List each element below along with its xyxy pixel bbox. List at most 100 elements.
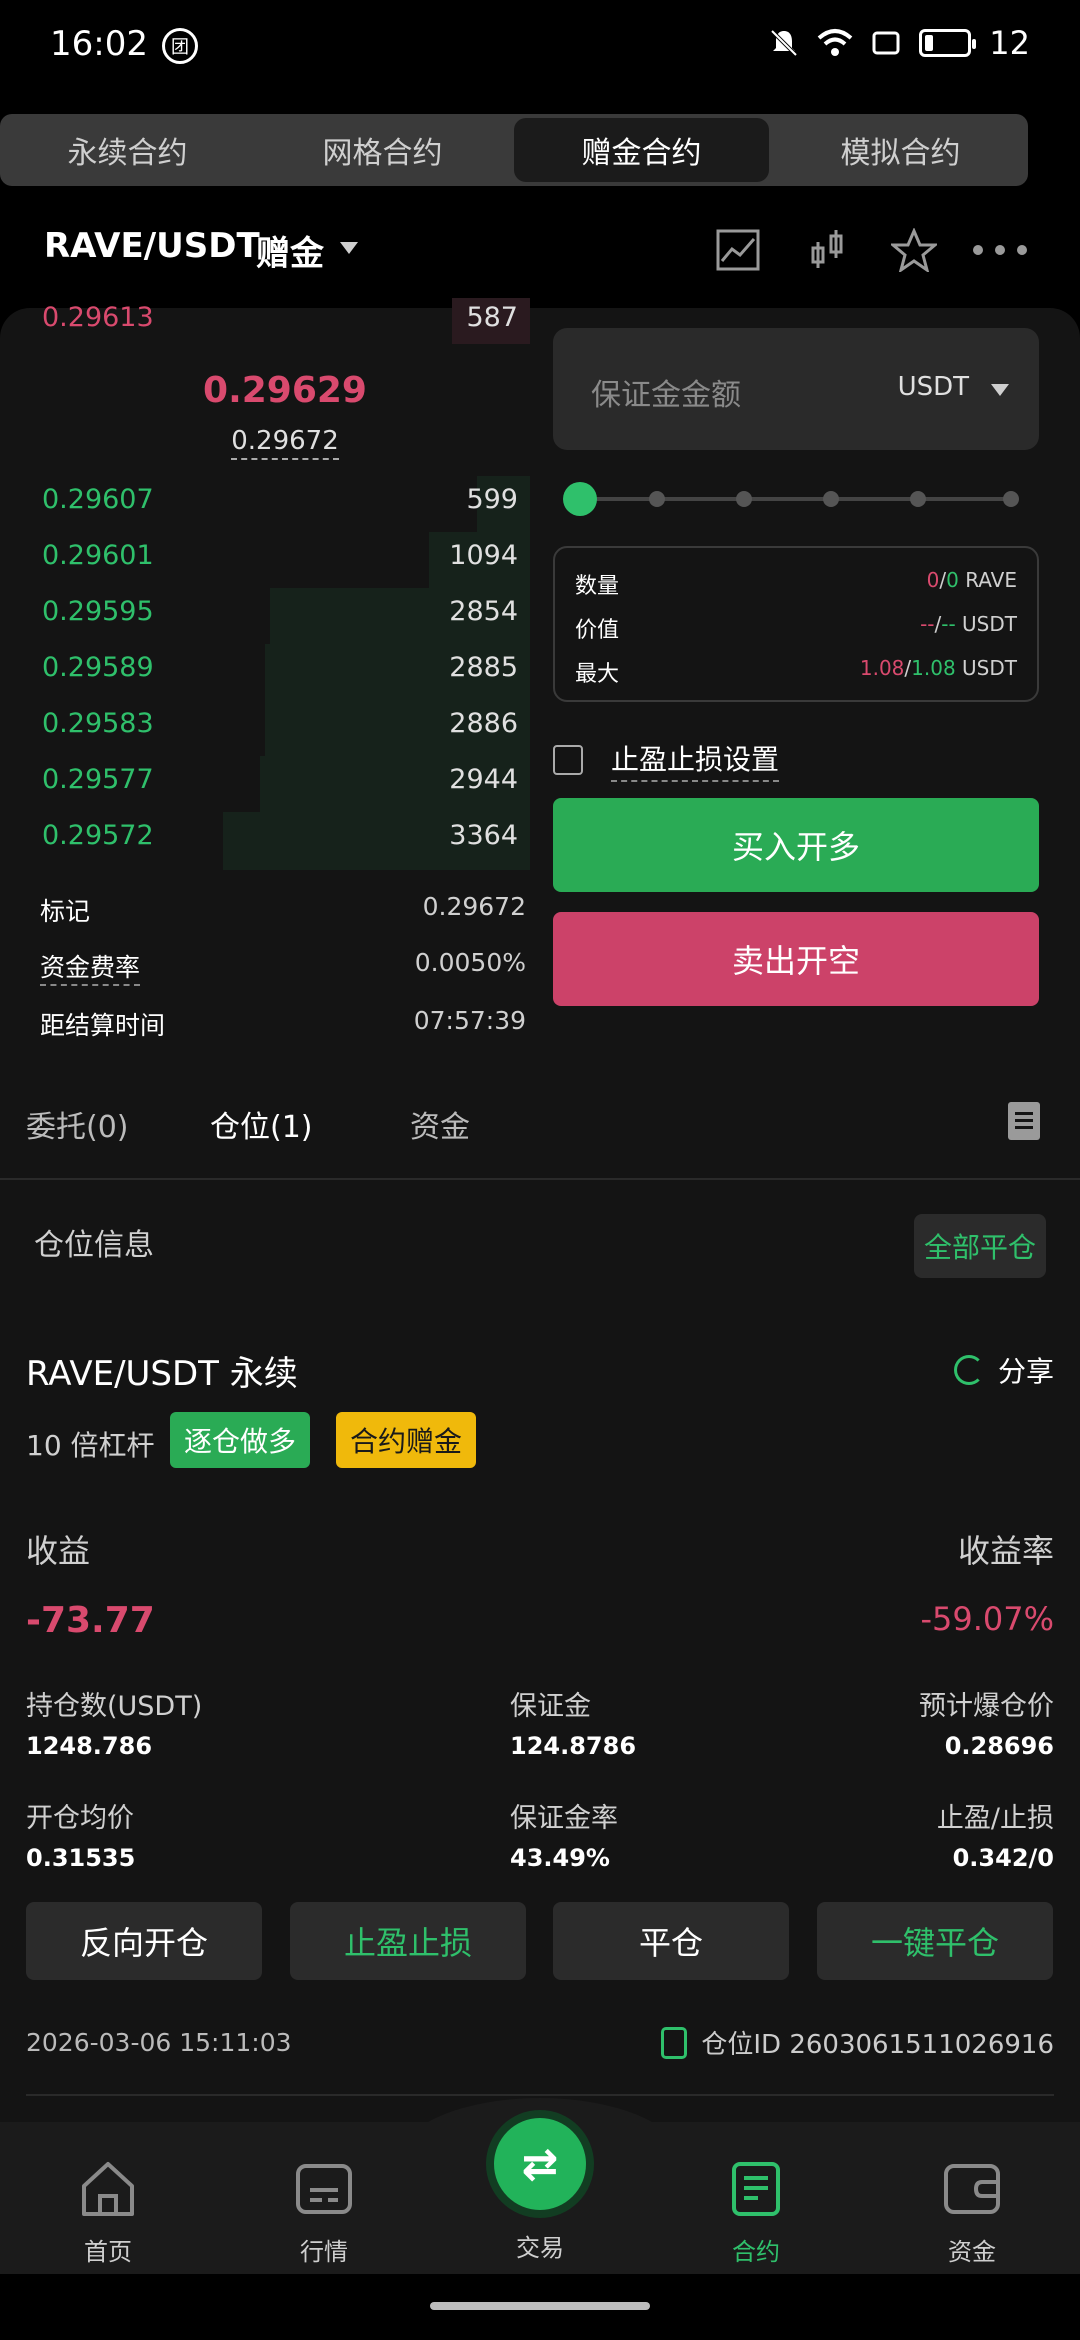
margin-unit[interactable]: USDT [898,372,969,402]
nav-trade-label: 交易 [516,2234,564,2262]
tpsl-checkbox[interactable] [553,745,583,775]
nav-assets[interactable]: 资金 [892,2160,1052,2267]
pair-type[interactable]: 赠金 [256,226,324,275]
position-symbol: RAVE/USDT 永续 [26,1354,298,1394]
tpsl-value: 0.342/0 [952,1844,1054,1872]
home-icon [82,2162,134,2216]
bid-qty: 2854 [449,596,518,627]
bid-row[interactable]: 0.29589 2885 [0,644,530,702]
mute-bell-icon [770,29,798,57]
bid-row[interactable]: 0.29607 599 [0,476,530,534]
battery-icon [919,29,977,57]
more-icon[interactable] [970,226,1030,274]
candlestick-icon[interactable] [804,226,852,274]
status-bar: 16:02 团 12 [0,0,1080,96]
funding-rate-label: 资金费率 [40,948,141,986]
trade-button[interactable]: ⇄ [494,2118,586,2210]
bid-row[interactable]: 0.29583 2886 [0,700,530,758]
order-stats: 数量 0/0 RAVE 价值 --/-- USDT 最大 1.08/1.08 U… [553,546,1039,702]
tpsl-label-field: 止盈/止损 [936,1803,1054,1834]
pair-symbol[interactable]: RAVE/USDT [44,226,260,266]
bid-price: 0.29572 [42,820,154,851]
tab-perpetual[interactable]: 永续合约 [0,114,255,186]
bid-qty: 2886 [449,708,518,739]
margin-input[interactable]: 保证金金额 USDT [553,328,1039,450]
app-notification-icon: 团 [162,28,198,64]
wifi-icon [817,29,853,56]
position-info-title: 仓位信息 [34,1228,154,1263]
leverage-slider[interactable] [563,482,1027,516]
market-icon [296,2164,352,2214]
qty-row: 数量 0/0 RAVE [575,568,1017,599]
position-timestamp: 2026-03-06 15:11:03 [26,2028,292,2057]
funding-rate-row[interactable]: 资金费率 0.0050% [40,948,526,986]
nav-market[interactable]: 行情 [244,2160,404,2267]
tab-bonus[interactable]: 赠金合约 [514,118,769,182]
mode-tag: 逐仓做多 [170,1412,311,1468]
app-root: 16:02 团 12 永续合约 网格合约 赠金合约 模拟合约 RAVE/USDT… [0,0,1080,2340]
tab-orders[interactable]: 委托(0) [26,1102,129,1146]
bid-price: 0.29607 [42,484,154,515]
position-size-label: 持仓数(USDT) [26,1691,203,1722]
wallet-icon [944,2164,1000,2214]
close-all-button[interactable]: 全部平仓 [914,1214,1046,1278]
pnl-label: 收益 [26,1532,91,1570]
bid-price: 0.29589 [42,652,154,683]
liq-price-value: 0.28696 [944,1732,1054,1760]
leverage-text: 10 倍杠杆 [26,1429,155,1462]
nav-contract[interactable]: 合约 [676,2160,836,2267]
ask-price: 0.29613 [42,302,154,333]
pair-dropdown-icon[interactable] [340,242,358,254]
value-row: 价值 --/-- USDT [575,612,1017,643]
bid-row[interactable]: 0.29577 2944 [0,756,530,814]
status-right: 12 [769,24,1030,62]
reverse-position-button[interactable]: 反向开仓 [26,1902,262,1980]
margin-value: 124.8786 [510,1732,637,1760]
margin-ratio-label: 保证金率 [510,1803,618,1834]
one-click-close-button[interactable]: 一键平仓 [817,1902,1053,1980]
status-time: 16:02 [50,24,148,64]
tab-positions[interactable]: 仓位(1) [210,1102,313,1146]
share-label: 分享 [997,1355,1054,1388]
divider [0,1178,1080,1180]
position-id[interactable]: 仓位ID 2603061511026916 [661,2024,1054,2061]
slider-thumb[interactable] [563,482,597,516]
tab-grid[interactable]: 网格合约 [255,114,510,186]
tpsl-button[interactable]: 止盈止损 [290,1902,526,1980]
bid-qty: 2885 [449,652,518,683]
entry-price-label: 开仓均价 [26,1803,134,1834]
document-icon[interactable] [1008,1102,1040,1140]
bid-qty: 1094 [449,540,518,571]
bid-row[interactable]: 0.29595 2854 [0,588,530,646]
unit-dropdown-icon[interactable] [991,384,1009,396]
copy-icon[interactable] [661,2026,688,2059]
bid-row[interactable]: 0.29601 1094 [0,532,530,590]
margin-label: 保证金 [510,1691,591,1722]
bonus-tag: 合约赠金 [336,1412,477,1468]
tab-demo[interactable]: 模拟合约 [773,114,1028,186]
funding-rate-value: 0.0050% [414,948,526,977]
share-icon [953,1355,984,1385]
ask-row[interactable]: 0.29613 587 [0,294,530,346]
settlement-row: 距结算时间 07:57:39 [40,1006,526,1042]
buy-long-button[interactable]: 买入开多 [553,798,1039,892]
pnl-rate-value: -59.07% [920,1600,1054,1638]
nav-home[interactable]: 首页 [28,2160,188,2267]
close-position-button[interactable]: 平仓 [553,1902,789,1980]
margin-placeholder: 保证金金额 [591,378,741,413]
bid-qty: 3364 [449,820,518,851]
tpsl-setting[interactable]: 止盈止损设置 [553,738,780,782]
sell-short-button[interactable]: 卖出开空 [553,912,1039,1006]
contract-icon [732,2162,780,2216]
liq-price-label: 预计爆仓价 [919,1691,1054,1722]
share-button[interactable]: 分享 [953,1350,1054,1390]
max-row: 最大 1.08/1.08 USDT [575,656,1017,687]
chart-icon[interactable] [714,226,762,274]
bid-price: 0.29577 [42,764,154,795]
last-price: 0.29629 [203,370,367,411]
bid-row[interactable]: 0.29572 3364 [0,812,530,870]
home-indicator[interactable] [430,2302,650,2310]
tab-funds[interactable]: 资金 [410,1102,470,1146]
tpsl-label[interactable]: 止盈止损设置 [611,738,780,782]
star-icon[interactable] [890,226,938,274]
